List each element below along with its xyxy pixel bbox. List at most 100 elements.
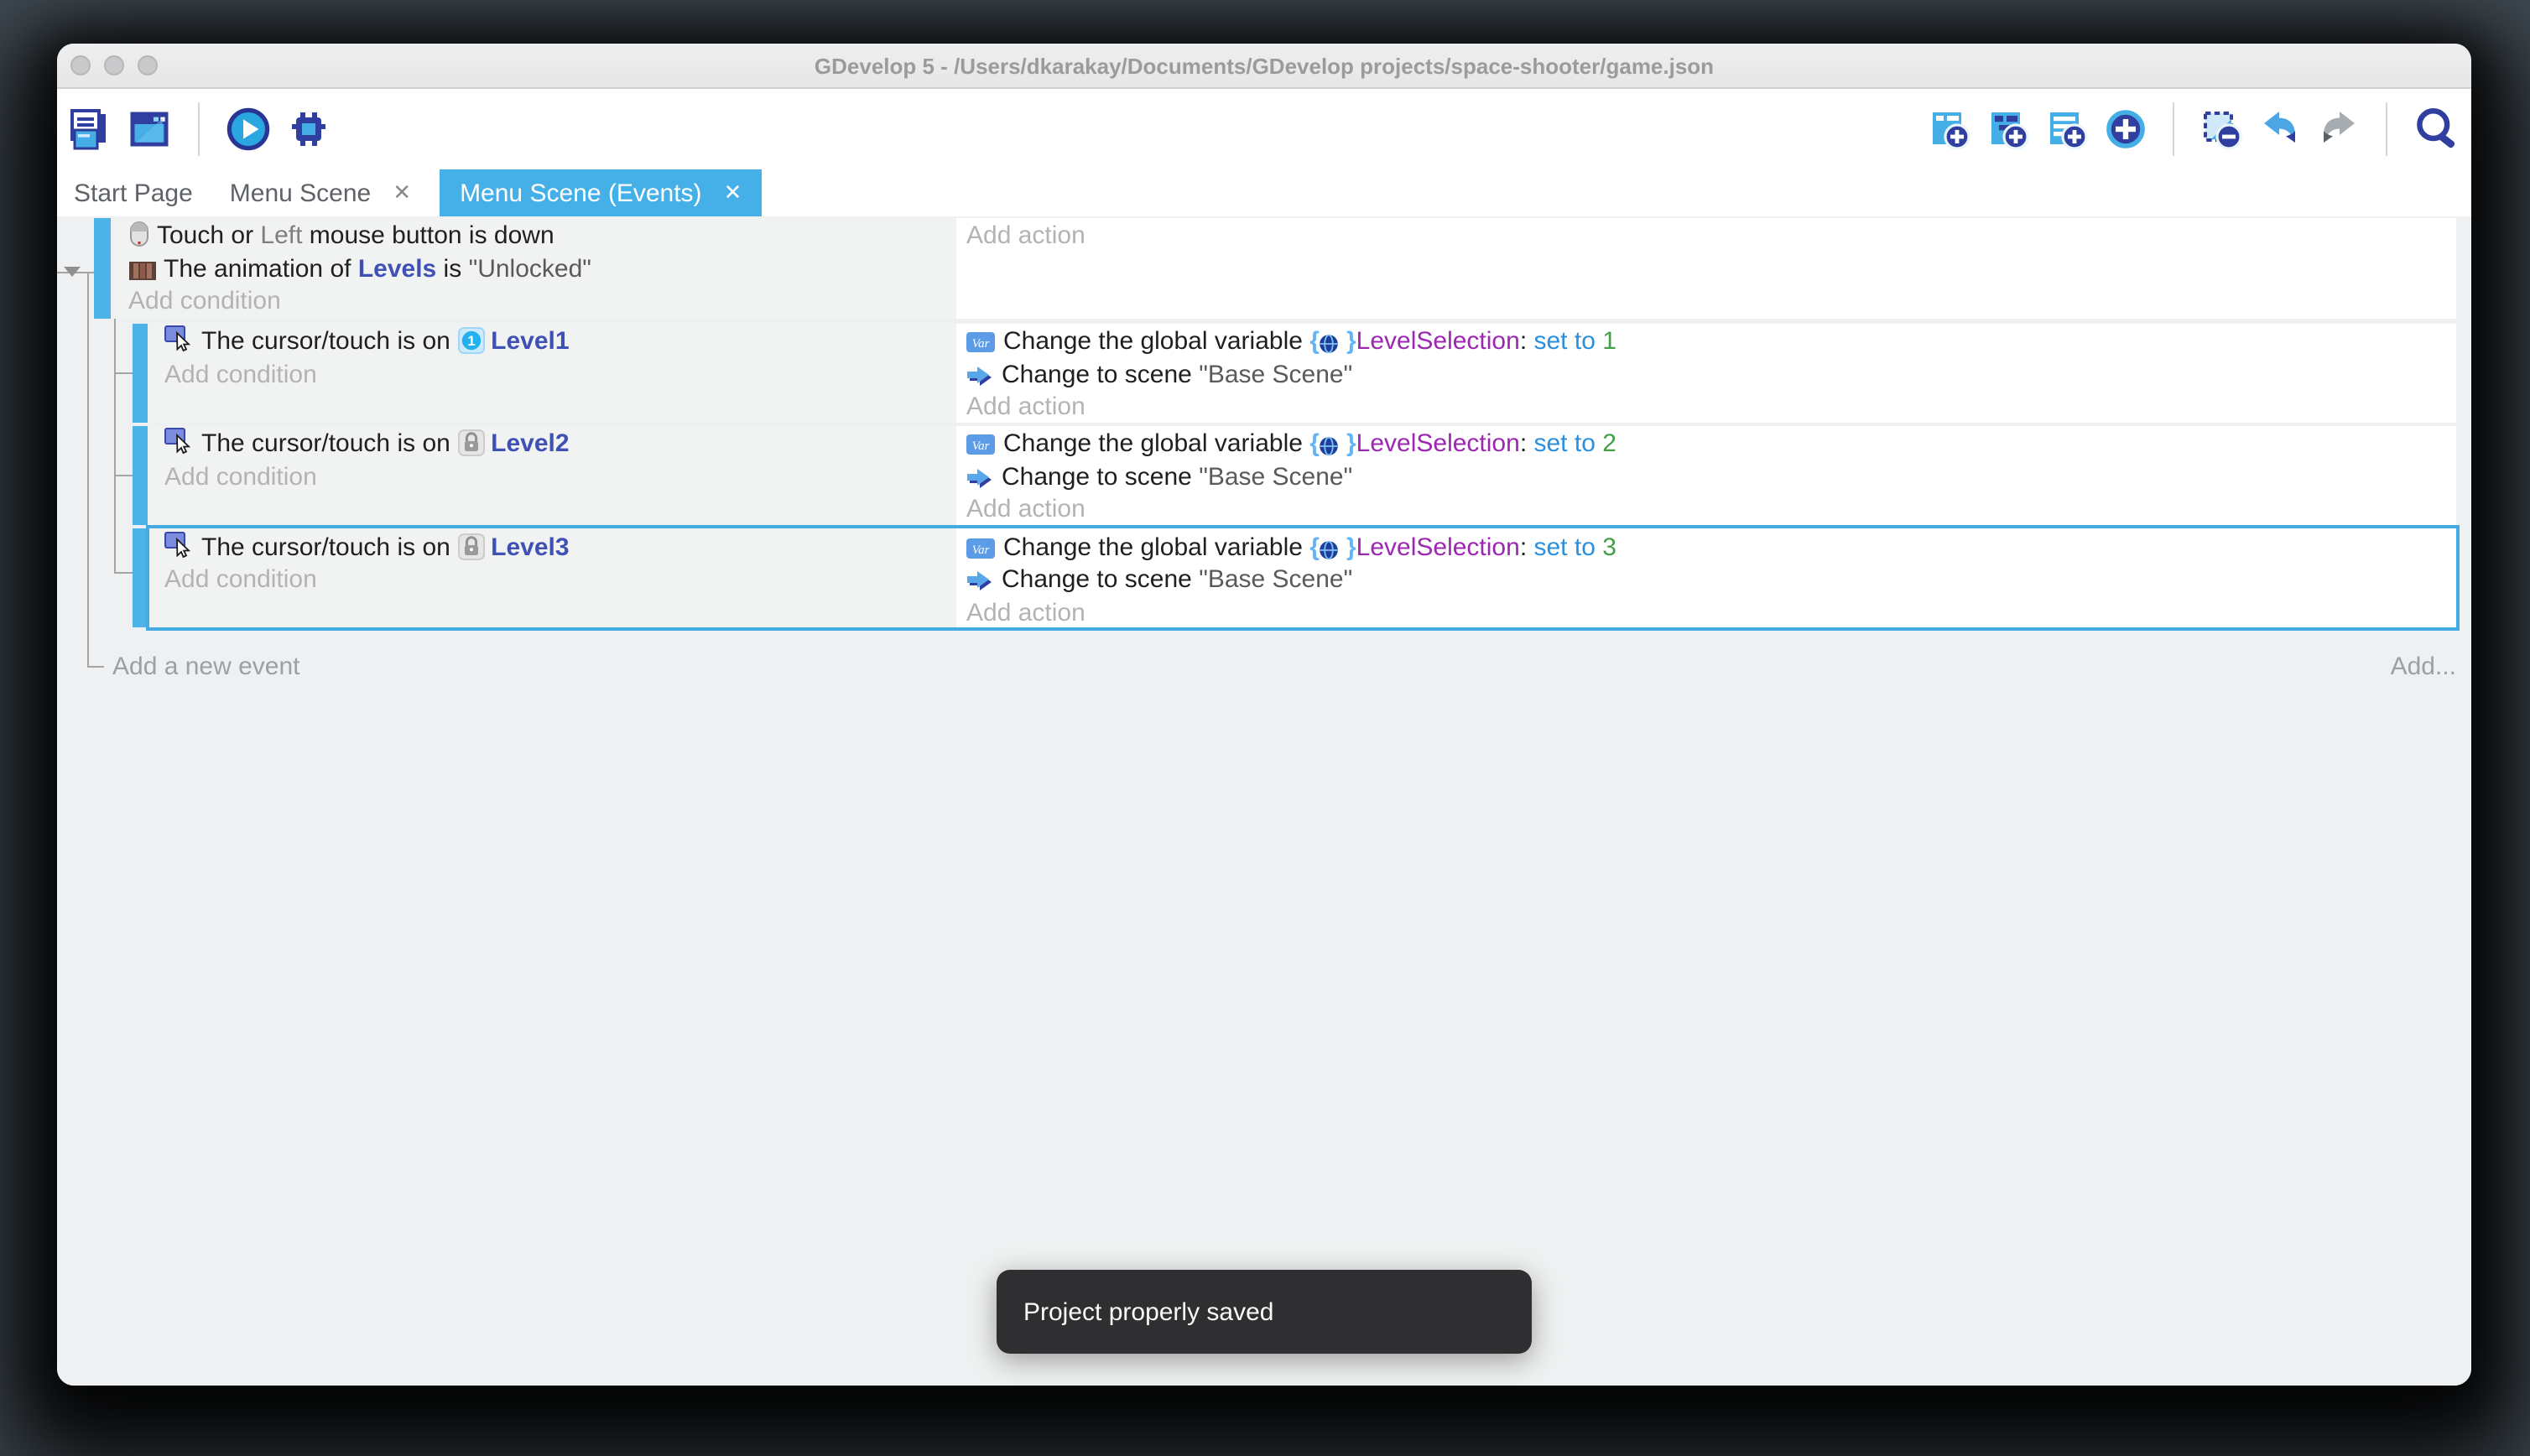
events-sheet: Touch or Left mouse button is down The a…: [57, 216, 2471, 1386]
action-text: Change the global variable: [1003, 429, 1309, 458]
action-change-variable[interactable]: VarChange the global variable {}LevelSel…: [956, 428, 2456, 460]
variable-name: LevelSelection: [1356, 533, 1520, 561]
object-name: Level3: [491, 533, 569, 561]
action-change-scene[interactable]: Change to scene "Base Scene": [956, 460, 2456, 493]
variable-icon: Var: [966, 434, 995, 455]
add-comment-icon[interactable]: [2045, 107, 2089, 151]
event-row-level1[interactable]: The cursor/touch is on 1Level1 Add condi…: [149, 323, 2456, 422]
condition-value: "Unlocked": [469, 254, 591, 283]
mouse-icon: [128, 221, 148, 247]
add-action-button[interactable]: Add action: [956, 493, 2456, 526]
event-row-level3[interactable]: The cursor/touch is on Level3 Add condit…: [149, 528, 2456, 627]
actions-column: Add action: [956, 217, 2456, 318]
condition-text: The animation of: [164, 254, 358, 283]
action-text: :: [1520, 429, 1534, 458]
add-other-event-icon[interactable]: [2104, 107, 2147, 151]
action-text: Change to scene: [1002, 565, 1199, 594]
project-manager-icon[interactable]: [67, 107, 111, 151]
tab-label: Menu Scene (Events): [460, 179, 702, 207]
action-change-variable[interactable]: VarChange the global variable {}LevelSel…: [956, 325, 2456, 358]
add-condition-button[interactable]: Add condition: [149, 358, 956, 391]
scene-name: "Base Scene": [1199, 360, 1352, 388]
operator-text: set to: [1534, 429, 1603, 458]
object-thumbnail-level1: 1: [457, 327, 484, 354]
conditions-column: Touch or Left mouse button is down The a…: [113, 217, 956, 318]
tab-label: Menu Scene: [230, 179, 371, 207]
add-condition-button[interactable]: Add condition: [149, 564, 956, 596]
add-more-button[interactable]: Add...: [2391, 653, 2456, 681]
action-text: :: [1520, 533, 1534, 561]
event-row-level2[interactable]: The cursor/touch is on Level2 Add condit…: [149, 425, 2456, 524]
action-change-variable[interactable]: VarChange the global variable {}LevelSel…: [956, 531, 2456, 564]
condition-cursor-on[interactable]: The cursor/touch is on Level3: [149, 531, 956, 564]
event-drag-handle[interactable]: [132, 425, 148, 524]
global-variable-icon: {: [1309, 533, 1320, 561]
globe-icon: [1320, 436, 1340, 456]
redo-icon[interactable]: [2317, 107, 2361, 151]
event-drag-handle[interactable]: [132, 528, 148, 627]
change-scene-icon: [966, 365, 993, 385]
cursor-touch-icon: [164, 531, 193, 558]
tab-close-icon[interactable]: ✕: [393, 179, 411, 206]
action-text: Change to scene: [1002, 360, 1199, 388]
toast-message: Project properly saved: [1023, 1297, 1274, 1326]
tree-line: [114, 319, 116, 572]
operator-text: set to: [1534, 533, 1603, 561]
add-action-button[interactable]: Add action: [956, 391, 2456, 424]
tab-start-page[interactable]: Start Page: [57, 169, 213, 216]
undo-icon[interactable]: [2258, 107, 2302, 151]
conditions-column: The cursor/touch is on Level3 Add condit…: [149, 528, 956, 627]
tab-label: Start Page: [74, 179, 193, 207]
search-icon[interactable]: [2413, 106, 2460, 153]
debugger-icon[interactable]: [287, 107, 331, 151]
toolbar-right-group: [1928, 102, 2471, 156]
tab-close-icon[interactable]: ✕: [724, 179, 742, 206]
add-action-button[interactable]: Add action: [956, 596, 2456, 629]
tree-line: [114, 475, 133, 476]
tab-menu-scene-events[interactable]: Menu Scene (Events) ✕: [440, 169, 762, 216]
play-icon[interactable]: [226, 107, 270, 151]
condition-mouse-down[interactable]: Touch or Left mouse button is down: [113, 220, 956, 252]
condition-text: The cursor/touch is on: [201, 429, 457, 458]
global-variable-icon: }: [1346, 327, 1356, 356]
add-new-event-button[interactable]: Add a new event: [112, 653, 300, 681]
svg-text:Var: Var: [972, 543, 990, 556]
scene-editor-icon[interactable]: [128, 107, 171, 151]
add-condition-button[interactable]: Add condition: [113, 285, 956, 318]
gdevelop-window: GDevelop 5 - /Users/dkarakay/Documents/G…: [57, 44, 2471, 1386]
event-drag-handle[interactable]: [132, 323, 148, 422]
desktop: GDevelop 5 - /Users/dkarakay/Documents/G…: [0, 0, 2530, 1456]
tree-line: [114, 372, 133, 374]
condition-cursor-on[interactable]: The cursor/touch is on 1Level1: [149, 325, 956, 358]
object-name: Levels: [358, 254, 436, 283]
condition-text: is: [436, 254, 468, 283]
event-row-main[interactable]: Touch or Left mouse button is down The a…: [113, 217, 2456, 318]
globe-icon: [1320, 334, 1340, 354]
collapse-arrow-icon[interactable]: [63, 267, 80, 277]
tab-menu-scene[interactable]: Menu Scene ✕: [213, 169, 431, 216]
delete-selection-icon[interactable]: [2199, 107, 2243, 151]
action-change-scene[interactable]: Change to scene "Base Scene": [956, 564, 2456, 596]
global-variable-icon: }: [1346, 533, 1356, 561]
variable-name: LevelSelection: [1356, 429, 1520, 458]
add-event-icon[interactable]: [1928, 107, 1971, 151]
add-sub-event-icon[interactable]: [1986, 107, 2030, 151]
scene-name: "Base Scene": [1199, 462, 1352, 491]
actions-column: VarChange the global variable {}LevelSel…: [956, 528, 2456, 627]
conditions-column: The cursor/touch is on Level2 Add condit…: [149, 425, 956, 524]
svg-text:Var: Var: [972, 439, 990, 453]
condition-text: The cursor/touch is on: [201, 533, 457, 561]
variable-icon: Var: [966, 538, 995, 558]
actions-column: VarChange the global variable {}LevelSel…: [956, 323, 2456, 422]
event-drag-handle[interactable]: [94, 217, 111, 318]
object-name: Level1: [491, 327, 569, 356]
change-scene-icon: [966, 570, 993, 590]
add-condition-button[interactable]: Add condition: [149, 460, 956, 493]
add-action-button[interactable]: Add action: [956, 220, 2456, 252]
condition-cursor-on[interactable]: The cursor/touch is on Level2: [149, 428, 956, 460]
value-text: 3: [1602, 533, 1616, 561]
action-text: Change to scene: [1002, 462, 1199, 491]
condition-animation[interactable]: The animation of Levels is "Unlocked": [113, 252, 956, 285]
action-change-scene[interactable]: Change to scene "Base Scene": [956, 358, 2456, 391]
global-variable-icon: }: [1346, 429, 1356, 458]
